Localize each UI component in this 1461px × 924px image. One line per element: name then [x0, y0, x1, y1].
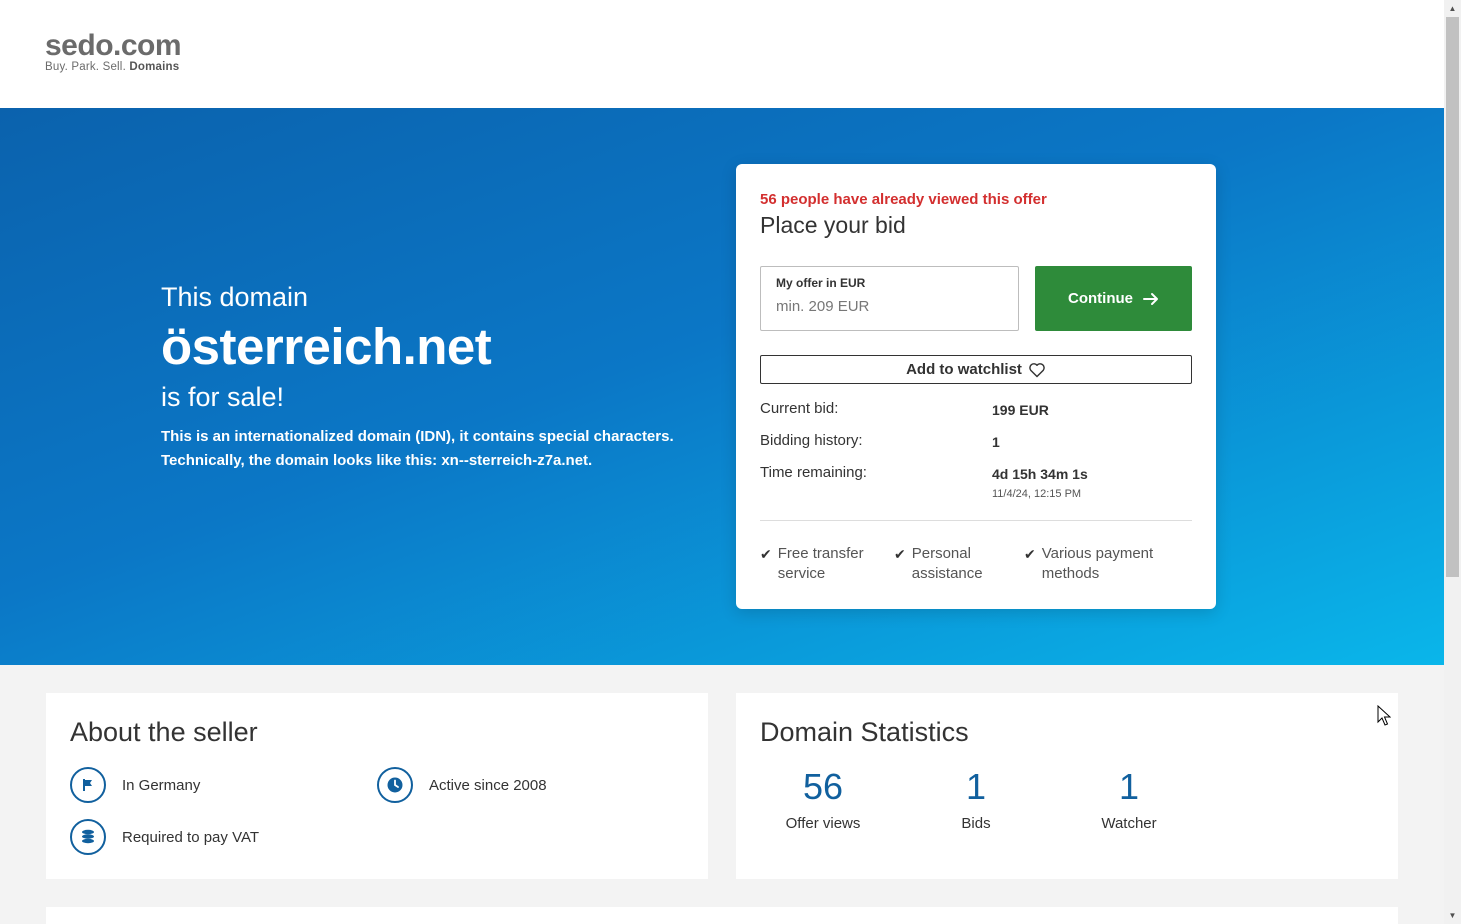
bid-divider	[760, 520, 1192, 521]
stat-watchers: 1 Watcher	[1054, 766, 1204, 833]
sedo-logo[interactable]: sedo.com Buy. Park. Sell. Domains	[45, 29, 182, 74]
continue-button[interactable]: Continue	[1035, 266, 1192, 331]
stat-label: Bids	[961, 815, 991, 832]
scroll-down-icon[interactable]: ▼	[1444, 907, 1461, 924]
coins-icon	[70, 819, 106, 855]
offer-field[interactable]: My offer in EUR	[760, 266, 1019, 331]
continue-label: Continue	[1068, 290, 1133, 307]
feature-label: Various payment methods	[1041, 545, 1154, 582]
feature-item: ✔ Personal assistance	[894, 544, 1024, 584]
seller-location: In Germany	[70, 767, 200, 803]
logo-tagline: Buy. Park. Sell. Domains	[45, 61, 181, 74]
time-remaining-row: Time remaining: 4d 15h 34m 1s 11/4/24, 1…	[760, 464, 1192, 500]
bid-title: Place your bid	[760, 212, 906, 238]
about-seller-title: About the seller	[70, 717, 258, 747]
current-bid-value: 199 EUR	[992, 402, 1049, 418]
flag-icon	[70, 767, 106, 803]
heart-icon	[1029, 362, 1045, 377]
current-bid-label: Current bid:	[760, 400, 839, 417]
domain-name: österreich.net	[161, 318, 492, 375]
domain-statistics-title: Domain Statistics	[760, 717, 969, 747]
check-icon: ✔	[1024, 546, 1036, 562]
auction-end-date: 11/4/24, 12:15 PM	[992, 488, 1082, 500]
clock-icon	[377, 767, 413, 803]
feature-label: Free transfer service	[777, 545, 864, 582]
views-alert: 56 people have already viewed this offer	[760, 191, 1047, 208]
about-seller-card: About the seller In Germany Active since…	[46, 693, 708, 879]
feature-item: ✔ Various payment methods	[1024, 544, 1192, 584]
hero-banner: This domain österreich.net is for sale! …	[0, 108, 1444, 665]
mouse-cursor-icon	[1377, 705, 1391, 726]
page-scrollbar[interactable]: ▲ ▼	[1444, 0, 1461, 924]
stat-value: 1	[965, 766, 987, 807]
logo-tagline-prefix: Buy. Park. Sell.	[45, 61, 126, 73]
stat-bids: 1 Bids	[901, 766, 1051, 833]
arrow-right-icon	[1143, 292, 1158, 305]
logo-wordmark: sedo.com	[45, 29, 182, 62]
seller-location-text: In Germany	[122, 776, 201, 794]
bidding-history-label: Bidding history:	[760, 432, 863, 449]
site-header: sedo.com Buy. Park. Sell. Domains	[0, 0, 1444, 108]
bidding-history-row: Bidding history: 1	[760, 432, 1192, 464]
feature-label: Personal assistance	[911, 545, 983, 582]
stat-offer-views: 56 Offer views	[748, 766, 898, 833]
seller-vat: Required to pay VAT	[70, 819, 259, 855]
check-icon: ✔	[760, 546, 772, 562]
offer-input[interactable]	[776, 298, 996, 315]
hero-posttitle: is for sale!	[161, 382, 285, 412]
check-icon: ✔	[894, 546, 906, 562]
offer-label: My offer in EUR	[776, 276, 866, 290]
seller-vat-text: Required to pay VAT	[122, 828, 260, 846]
logo-tagline-bold: Domains	[129, 61, 180, 73]
scroll-up-icon[interactable]: ▲	[1444, 0, 1461, 17]
seller-active-since: Active since 2008	[377, 767, 547, 803]
scrollbar-thumb[interactable]	[1446, 17, 1459, 577]
time-remaining-label: Time remaining:	[760, 464, 867, 481]
seller-active-since-text: Active since 2008	[429, 776, 547, 794]
feature-item: ✔ Free transfer service	[760, 544, 894, 584]
stat-label: Offer views	[785, 815, 861, 832]
bid-card: 56 people have already viewed this offer…	[736, 164, 1216, 609]
next-section-card	[46, 907, 1398, 924]
time-remaining-value: 4d 15h 34m 1s	[992, 466, 1088, 482]
hero-text: This domain österreich.net is for sale! …	[161, 282, 681, 473]
idn-notice: This is an internationalized domain (IDN…	[161, 425, 681, 473]
add-to-watchlist-button[interactable]: Add to watchlist	[760, 355, 1192, 384]
feature-list: ✔ Free transfer service ✔ Personal assis…	[760, 544, 1192, 584]
stat-label: Watcher	[1101, 815, 1157, 832]
domain-statistics-card: Domain Statistics 56 Offer views 1 Bids …	[736, 693, 1398, 879]
bidding-history-value[interactable]: 1	[992, 434, 1000, 450]
current-bid-row: Current bid: 199 EUR	[760, 400, 1192, 432]
bid-info-table: Current bid: 199 EUR Bidding history: 1 …	[760, 400, 1192, 500]
stat-value: 56	[802, 766, 844, 807]
watchlist-label: Add to watchlist	[906, 361, 1022, 378]
idn-notice-line2: Technically, the domain looks like this:…	[161, 452, 593, 469]
stat-value: 1	[1118, 766, 1140, 807]
idn-notice-line1: This is an internationalized domain (IDN…	[161, 428, 674, 445]
hero-pretitle: This domain	[161, 282, 309, 312]
offer-row: My offer in EUR Continue	[760, 266, 1192, 331]
